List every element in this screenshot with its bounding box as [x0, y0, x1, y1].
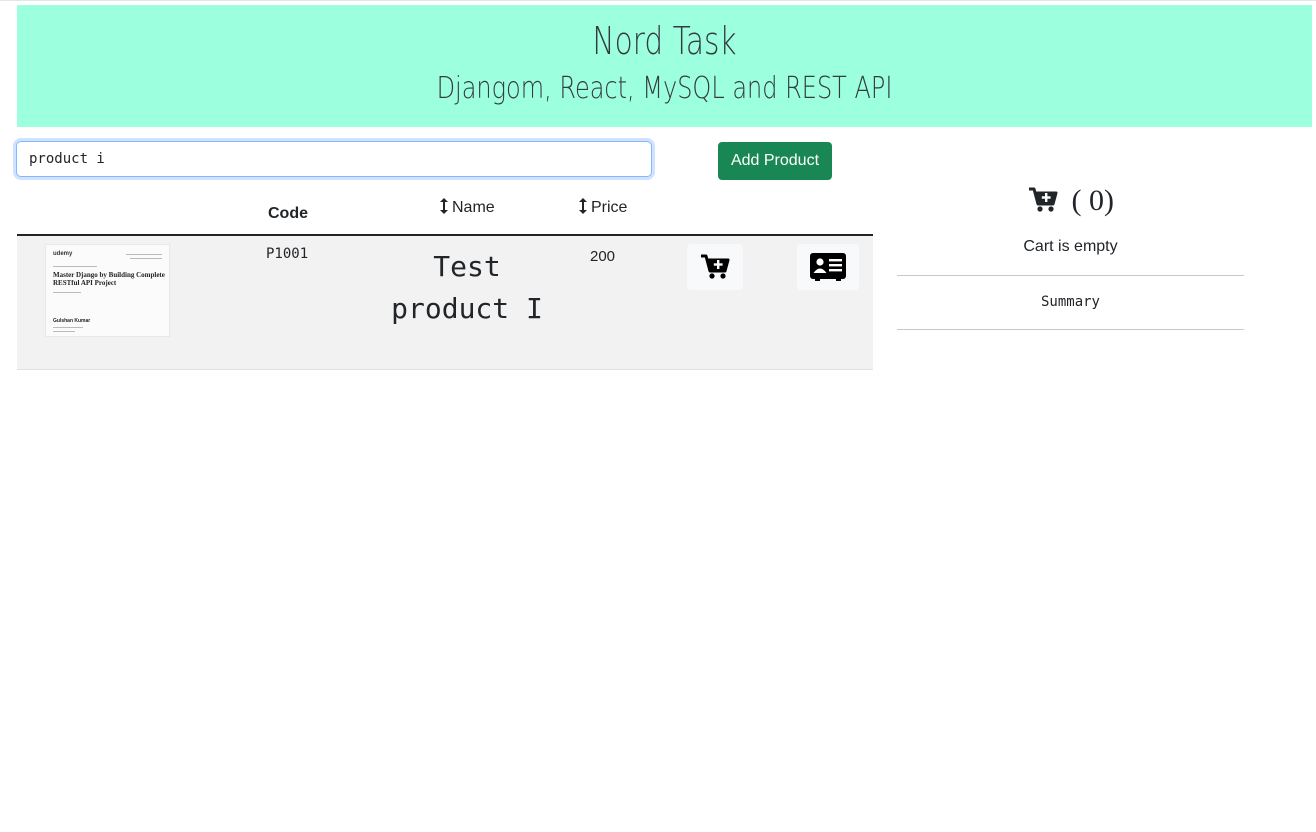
product-name: Test product I [391, 250, 543, 325]
cart-plus-icon [1028, 184, 1072, 217]
contact-card-icon [797, 253, 859, 281]
summary-label: Summary [1040, 294, 1100, 310]
cart-header: ( 0) [1028, 184, 1114, 218]
thumbnail-line [126, 254, 162, 255]
column-header-name-label: Name [452, 199, 495, 216]
page-title: Nord Task [592, 19, 737, 63]
product-thumbnail: udemy Master Django by Building Complete… [45, 244, 170, 337]
thumbnail-line [53, 327, 83, 328]
product-code: P1001 [266, 246, 309, 262]
thumbnail-title: Master Django by Building Complete RESTf… [53, 271, 165, 287]
divider [897, 329, 1244, 330]
thumbnail-line [53, 292, 81, 293]
sort-icon [439, 198, 449, 219]
product-price: 200 [590, 248, 616, 265]
cart-count: ( 0) [1071, 184, 1114, 217]
search-input[interactable] [16, 141, 652, 177]
add-to-cart-button[interactable] [687, 244, 743, 290]
thumbnail-line [53, 331, 75, 332]
sort-icon [578, 198, 588, 219]
header-banner: Nord Task Djangom, React, MySQL and REST… [17, 5, 1312, 127]
thumbnail-line [53, 266, 97, 267]
thumbnail-name: Gulshan Kumar [53, 318, 91, 324]
table-row: udemy Master Django by Building Complete… [17, 236, 873, 370]
divider [897, 275, 1244, 276]
add-product-button[interactable]: Add Product [718, 142, 832, 180]
thumbnail-line [130, 258, 162, 259]
column-header-code[interactable]: Code [268, 205, 308, 223]
page-subtitle: Djangom, React, MySQL and REST API [436, 71, 893, 106]
column-header-name[interactable]: Name [439, 198, 495, 219]
product-details-button[interactable] [797, 244, 859, 290]
cart-plus-icon [687, 254, 743, 280]
thumbnail-brand: udemy [53, 251, 73, 257]
column-header-price[interactable]: Price [578, 198, 627, 219]
cart-empty-text: Cart is empty [1023, 238, 1118, 255]
column-header-price-label: Price [591, 199, 628, 216]
